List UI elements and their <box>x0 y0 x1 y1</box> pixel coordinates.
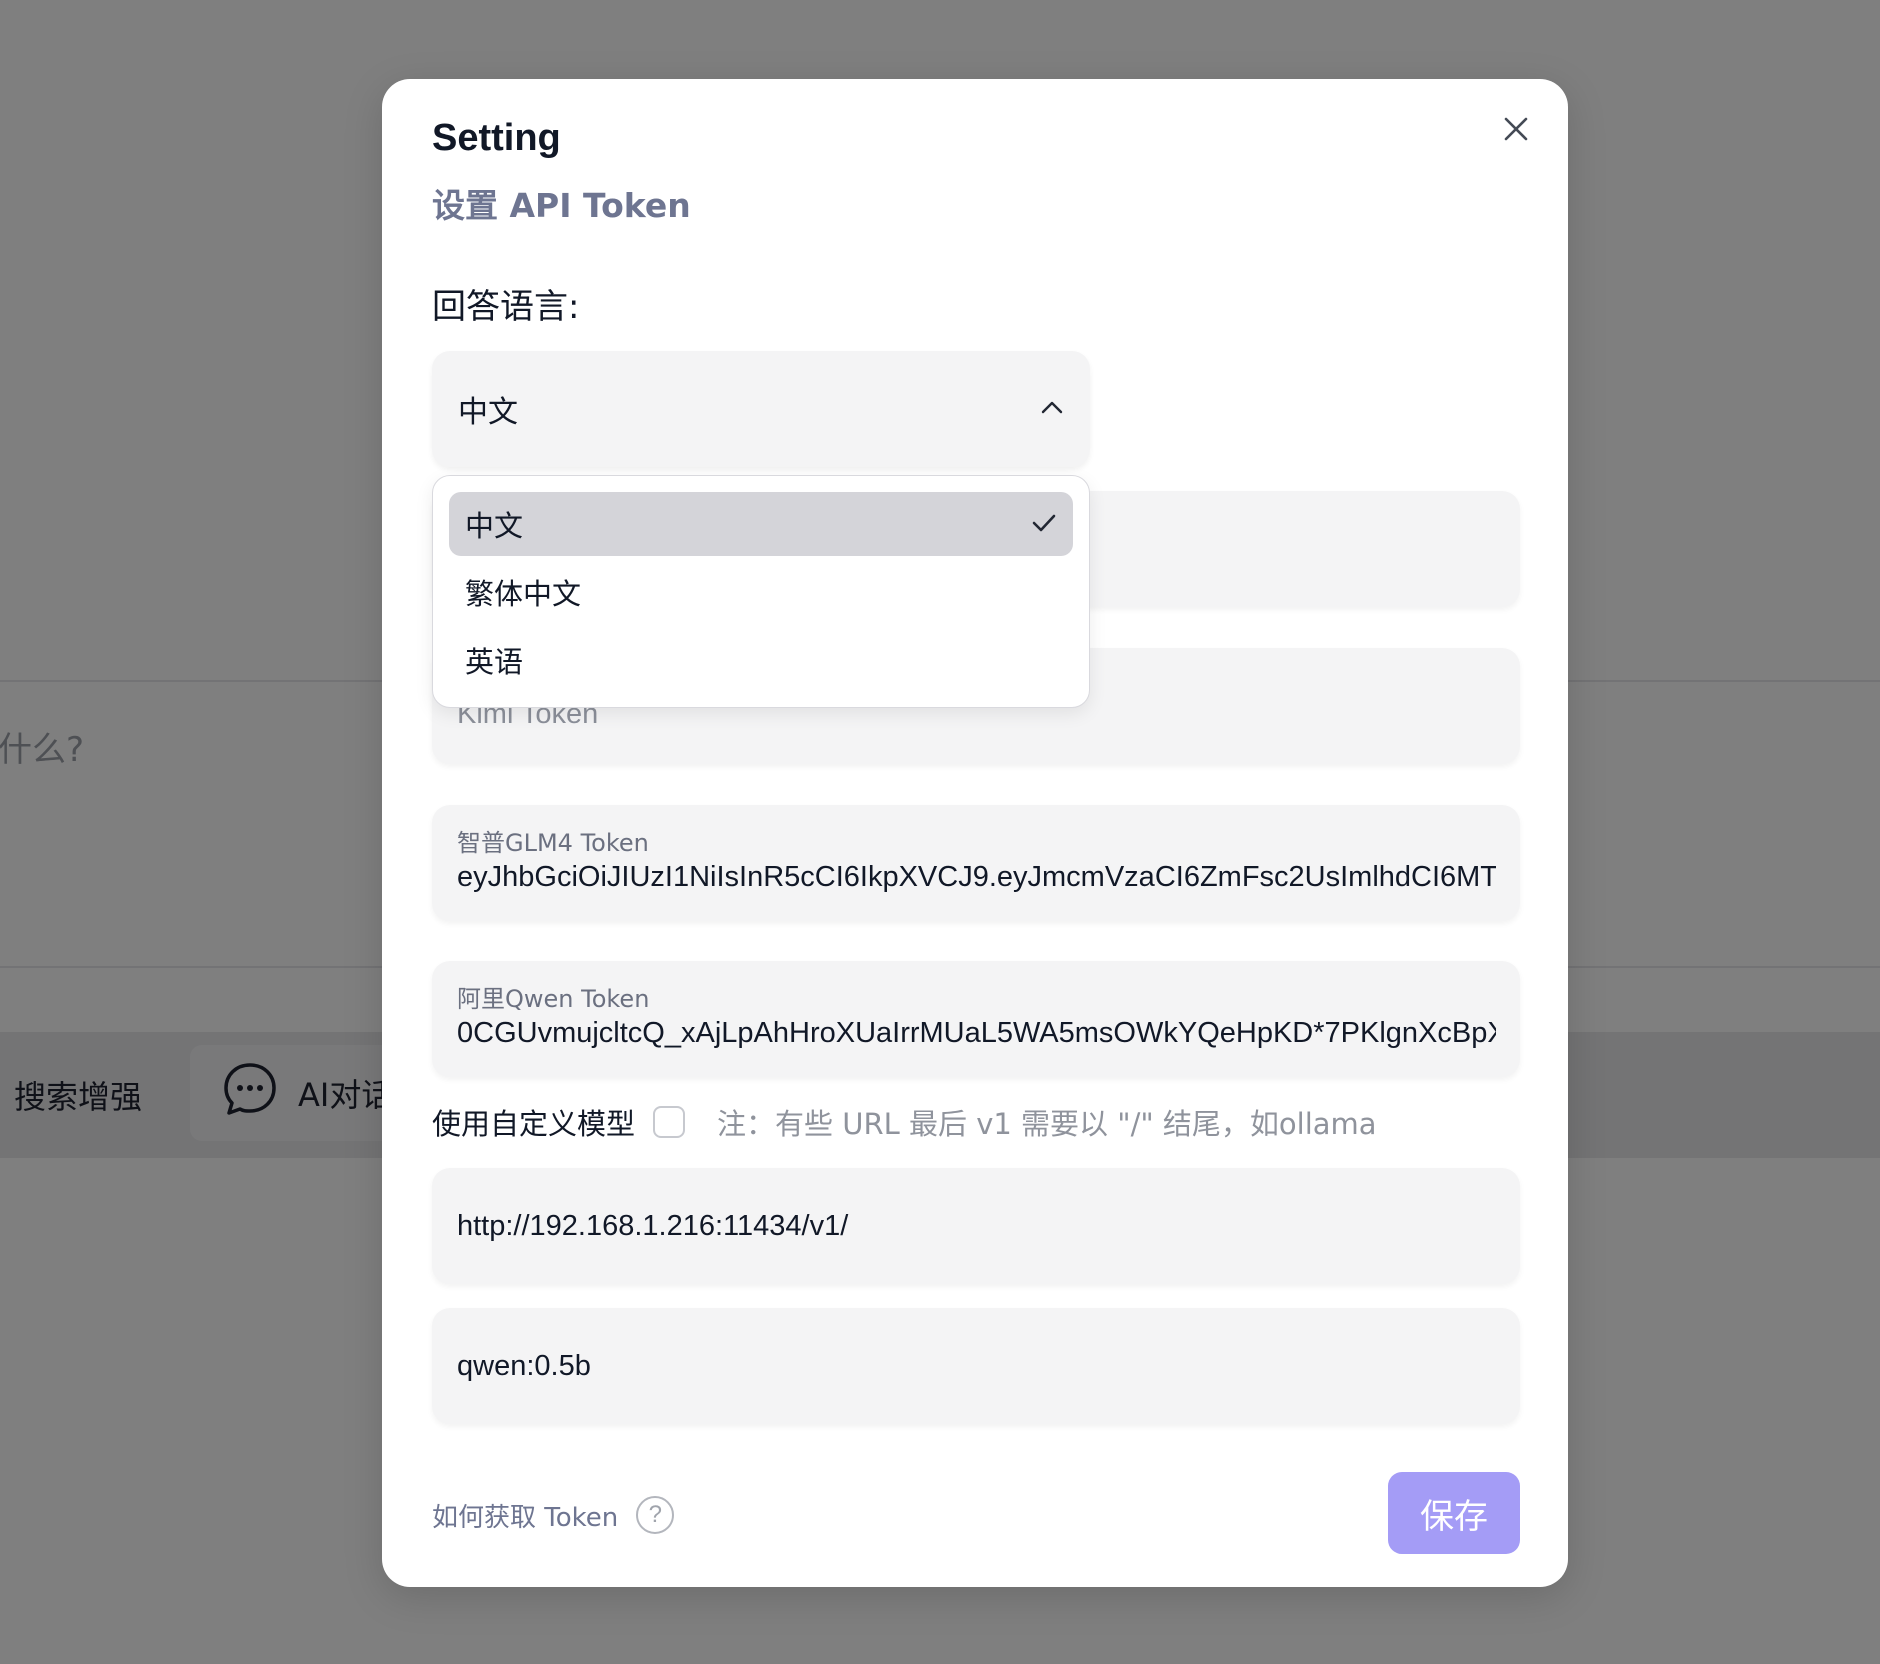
check-icon <box>1031 507 1057 541</box>
question-circle-icon[interactable]: ? <box>636 1496 675 1534</box>
language-select-value: 中文 <box>458 395 518 430</box>
language-option-label: 中文 <box>465 509 524 543</box>
chevron-up-icon <box>1040 399 1064 419</box>
custom-model-name-field[interactable]: qwen:0.5b <box>432 1308 1520 1424</box>
glm4-token-label: 智普GLM4 Token <box>457 829 649 857</box>
glm4-token-field[interactable]: 智普GLM4 Token eyJhbGciOiJIUzI1NiIsInR5cCI… <box>432 805 1520 921</box>
language-option-zh-tw[interactable]: 繁体中文 <box>449 560 1073 624</box>
save-button[interactable]: 保存 <box>1388 1472 1520 1554</box>
custom-url-value: http://192.168.1.216:11434/v1/ <box>457 1209 849 1242</box>
custom-model-label: 使用自定义模型 <box>432 1107 636 1141</box>
answer-language-label: 回答语言: <box>432 287 580 327</box>
custom-model-row: 使用自定义模型 注：有些 URL 最后 v1 需要以 "/" 结尾，如ollam… <box>432 1099 1377 1145</box>
modal-subtitle: 设置 API Token <box>432 186 691 225</box>
qwen-token-value: 0CGUvmujcltcQ_xAjLpAhHroXUaIrrMUaL5WA5ms… <box>457 1017 1496 1049</box>
how-to-get-token-text: 如何获取 Token <box>432 1502 619 1533</box>
how-to-get-token-link[interactable]: 如何获取 Token ? <box>432 1495 675 1535</box>
custom-model-name-value: qwen:0.5b <box>457 1349 591 1382</box>
settings-modal: Setting 设置 API Token 回答语言: Kimi Token 智普… <box>382 79 1568 1587</box>
language-dropdown: 中文 繁体中文 英语 <box>432 475 1090 708</box>
language-option-zh[interactable]: 中文 <box>449 492 1073 556</box>
custom-model-checkbox[interactable] <box>653 1106 686 1138</box>
qwen-token-label: 阿里Qwen Token <box>457 985 650 1013</box>
language-option-en[interactable]: 英语 <box>449 628 1073 692</box>
language-option-label: 英语 <box>465 645 524 679</box>
qwen-token-field[interactable]: 阿里Qwen Token 0CGUvmujcltcQ_xAjLpAhHroXUa… <box>432 961 1520 1077</box>
language-select[interactable]: 中文 <box>432 351 1090 467</box>
custom-url-field[interactable]: http://192.168.1.216:11434/v1/ <box>432 1168 1520 1284</box>
close-icon <box>1503 116 1529 146</box>
custom-model-note: 注：有些 URL 最后 v1 需要以 "/" 结尾，如ollama <box>717 1107 1377 1141</box>
language-option-label: 繁体中文 <box>465 577 582 611</box>
close-button[interactable] <box>1490 105 1542 157</box>
glm4-token-value: eyJhbGciOiJIUzI1NiIsInR5cCI6IkpXVCJ9.eyJ… <box>457 861 1496 893</box>
modal-title: Setting <box>432 117 561 159</box>
